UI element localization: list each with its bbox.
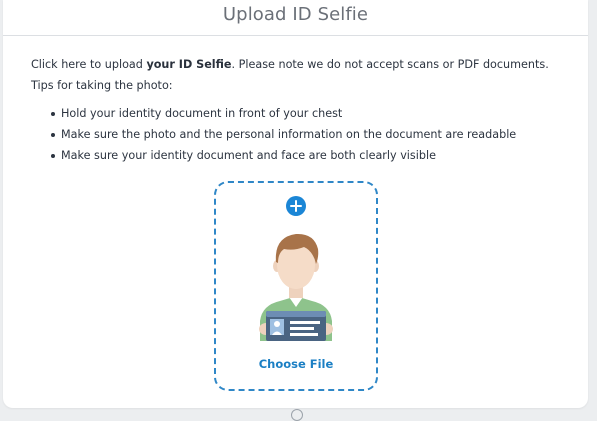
tip-item: Make sure your identity document and fac… [31,145,588,166]
intro-text-bold: your ID Selfie [146,58,232,71]
scroll-indicator-icon[interactable] [291,409,303,421]
plus-circle-icon[interactable] [286,196,306,216]
file-dropzone[interactable]: Choose File [214,181,378,391]
intro-text-start: Click here to upload [31,58,147,71]
instructions: Click here to upload your ID Selfie. Ple… [3,36,588,166]
tips-list: Hold your identity document in front of … [31,103,588,166]
intro-text[interactable]: Click here to upload your ID Selfie. Ple… [31,54,561,96]
panel-header: Upload ID Selfie [3,0,588,36]
choose-file-link[interactable]: Choose File [216,357,376,371]
tip-item: Hold your identity document in front of … [31,103,588,124]
upload-selfie-panel: Upload ID Selfie Click here to upload yo… [3,0,588,408]
page-title: Upload ID Selfie [222,4,369,25]
tip-item: Make sure the photo and the personal inf… [31,124,588,145]
person-holding-id-illustration [259,233,333,341]
